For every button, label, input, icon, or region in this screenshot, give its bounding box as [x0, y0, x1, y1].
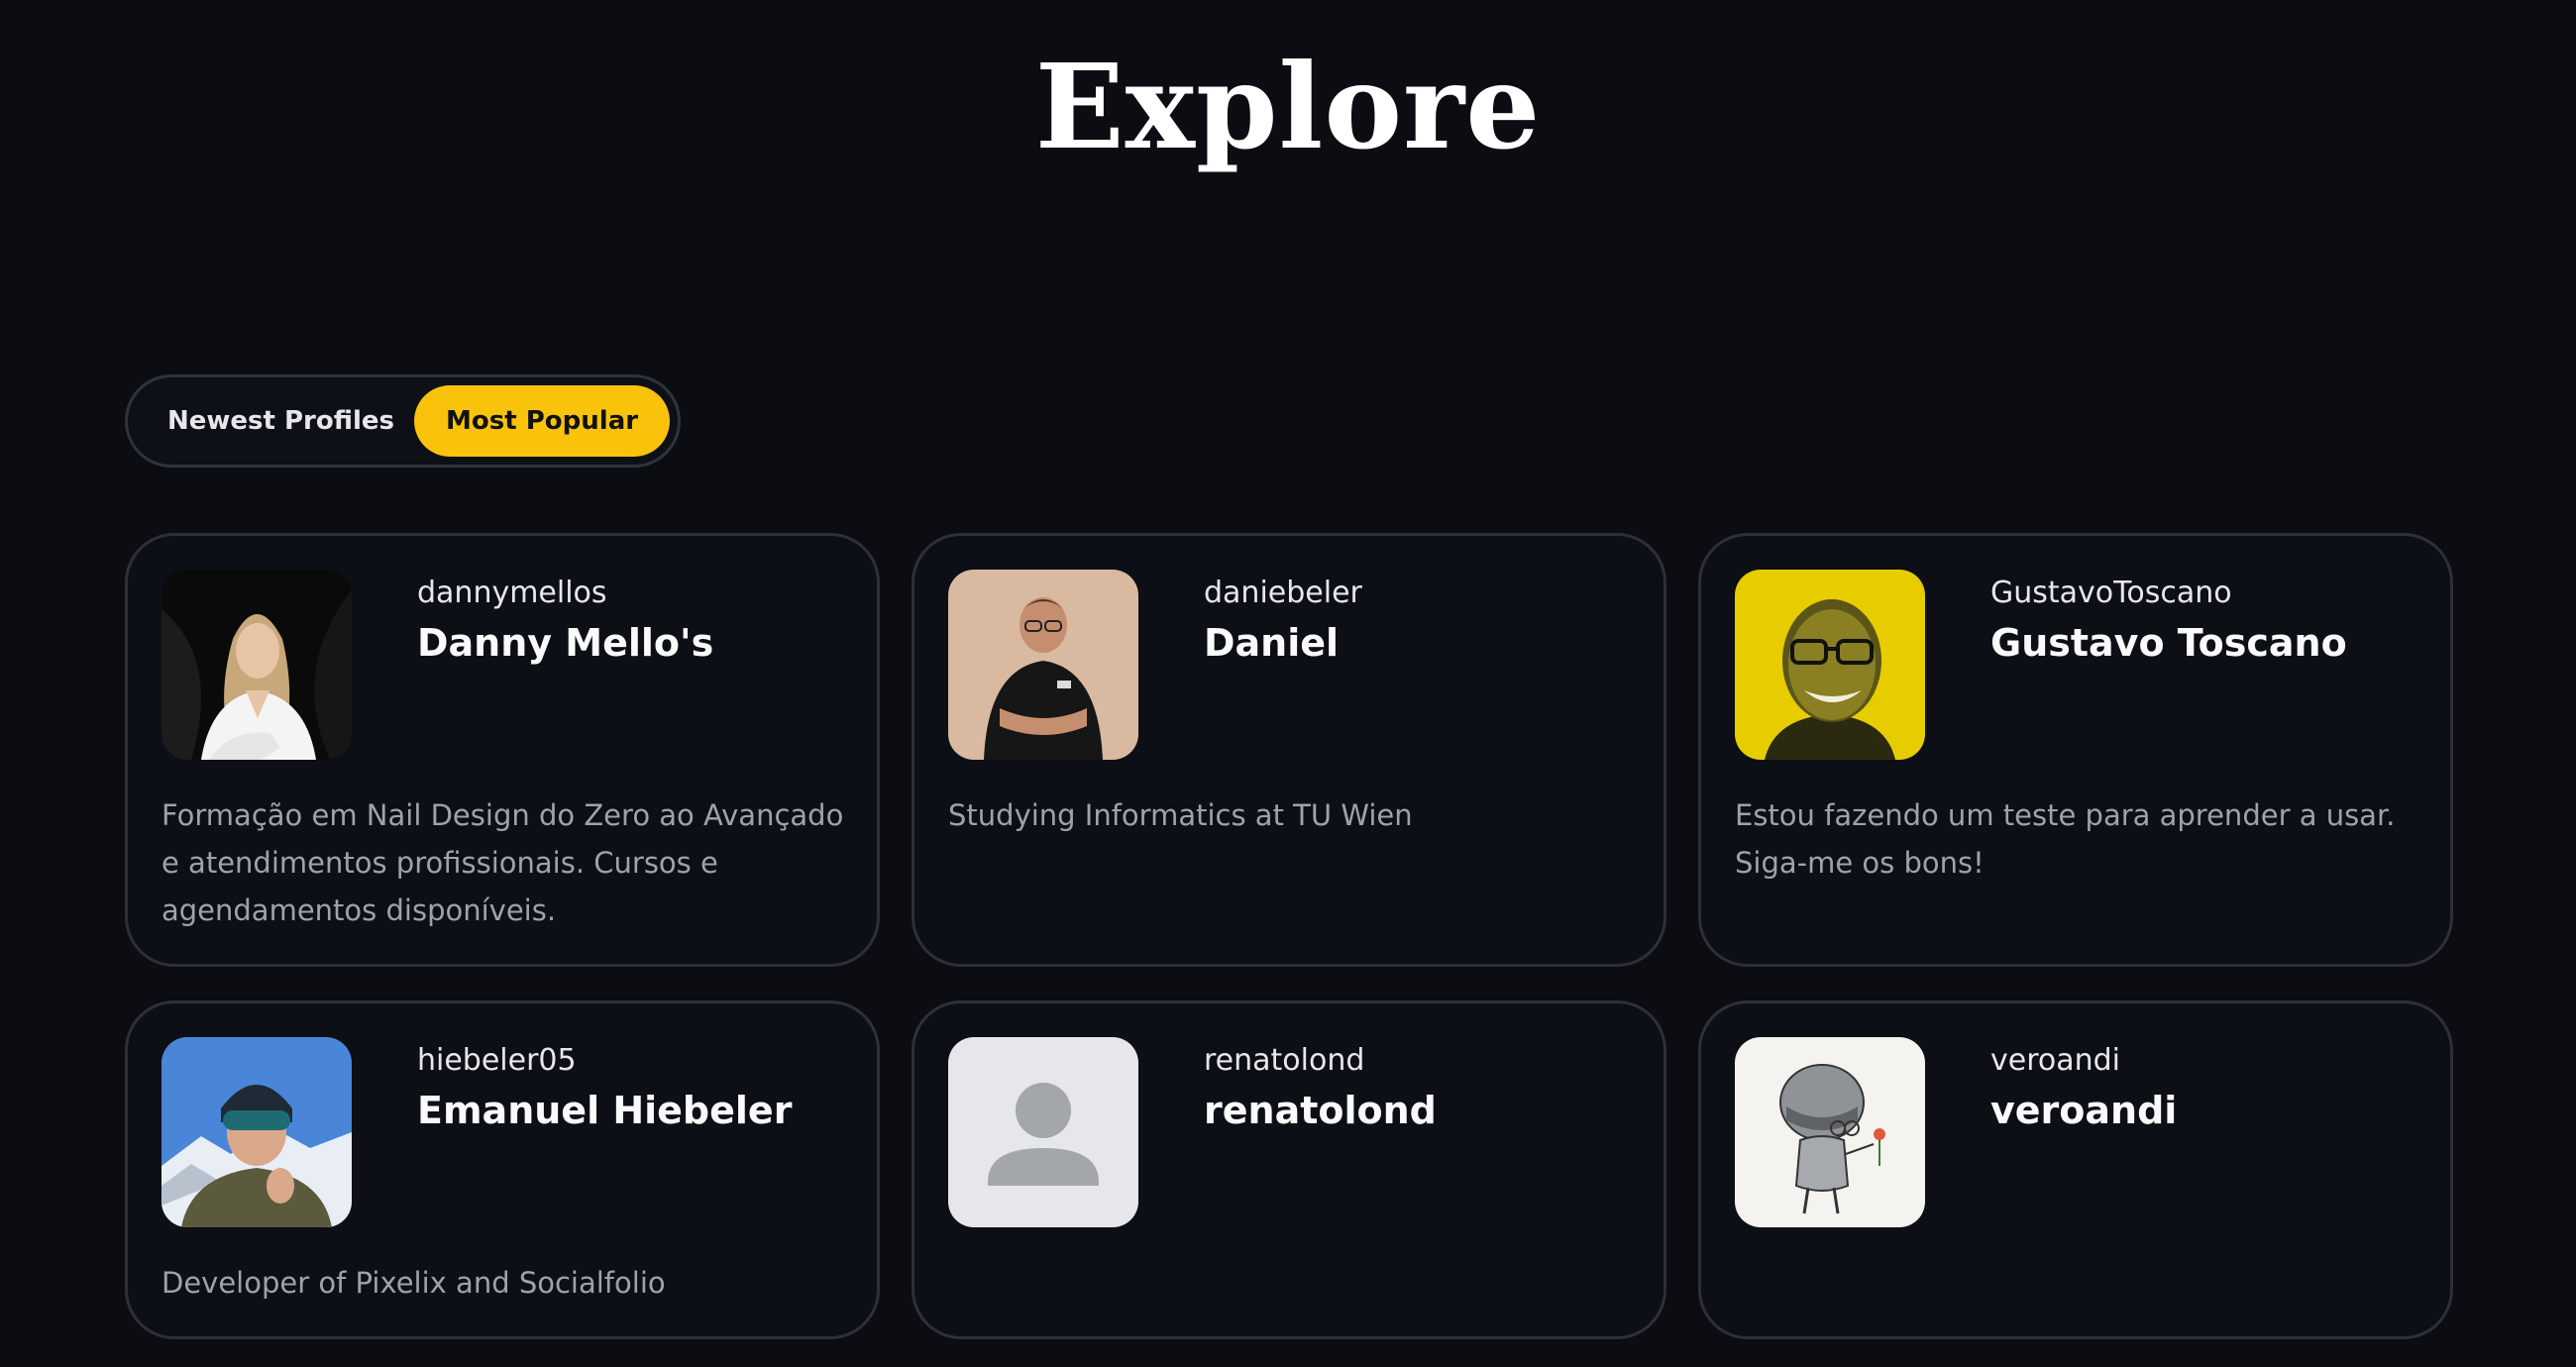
tab-most-popular[interactable]: Most Popular — [414, 385, 671, 457]
profile-card[interactable]: GustavoToscano Gustavo Toscano Estou faz… — [1698, 533, 2453, 967]
profile-card[interactable]: daniebeler Daniel Studying Informatics a… — [912, 533, 1666, 967]
skier-photo-avatar — [161, 1037, 352, 1227]
profile-display-name: renatolond — [1204, 1089, 1437, 1132]
profile-card[interactable]: hiebeler05 Emanuel Hiebeler Developer of… — [125, 1000, 880, 1339]
profile-card[interactable]: veroandi veroandi — [1698, 1000, 2453, 1339]
profile-bio: Estou fazendo um teste para aprender a u… — [1735, 798, 2396, 880]
profile-display-name: Danny Mello's — [417, 621, 714, 665]
page-title: Explore — [1034, 38, 1542, 175]
profile-username: GustavoToscano — [1990, 576, 2232, 610]
default-user-icon — [948, 1037, 1138, 1227]
profile-filter-tabs: Newest Profiles Most Popular — [125, 374, 682, 468]
profile-bio: Formação em Nail Design do Zero ao Avanç… — [161, 798, 844, 927]
profile-card[interactable]: dannymellos Danny Mello's Formação em Na… — [125, 533, 880, 967]
profile-username: dannymellos — [417, 576, 607, 610]
man-photo-avatar — [948, 570, 1138, 760]
robot-drawing-avatar — [1735, 1037, 1925, 1227]
profile-display-name: Gustavo Toscano — [1990, 621, 2347, 665]
woman-photo-avatar — [161, 570, 352, 760]
profile-display-name: Daniel — [1204, 621, 1340, 665]
profile-display-name: Emanuel Hiebeler — [417, 1089, 793, 1132]
profile-username: renatolond — [1204, 1043, 1365, 1078]
yellow-portrait-avatar — [1735, 570, 1925, 760]
profile-display-name: veroandi — [1990, 1089, 2178, 1132]
profile-bio: Studying Informatics at TU Wien — [948, 798, 1413, 832]
profile-username: daniebeler — [1204, 576, 1362, 610]
tab-newest-profiles[interactable]: Newest Profiles — [167, 406, 394, 436]
profile-username: veroandi — [1990, 1043, 2121, 1078]
profile-username: hiebeler05 — [417, 1043, 577, 1078]
profile-card[interactable]: renatolond renatolond — [912, 1000, 1666, 1339]
profile-bio: Developer of Pixelix and Socialfolio — [161, 1266, 666, 1300]
